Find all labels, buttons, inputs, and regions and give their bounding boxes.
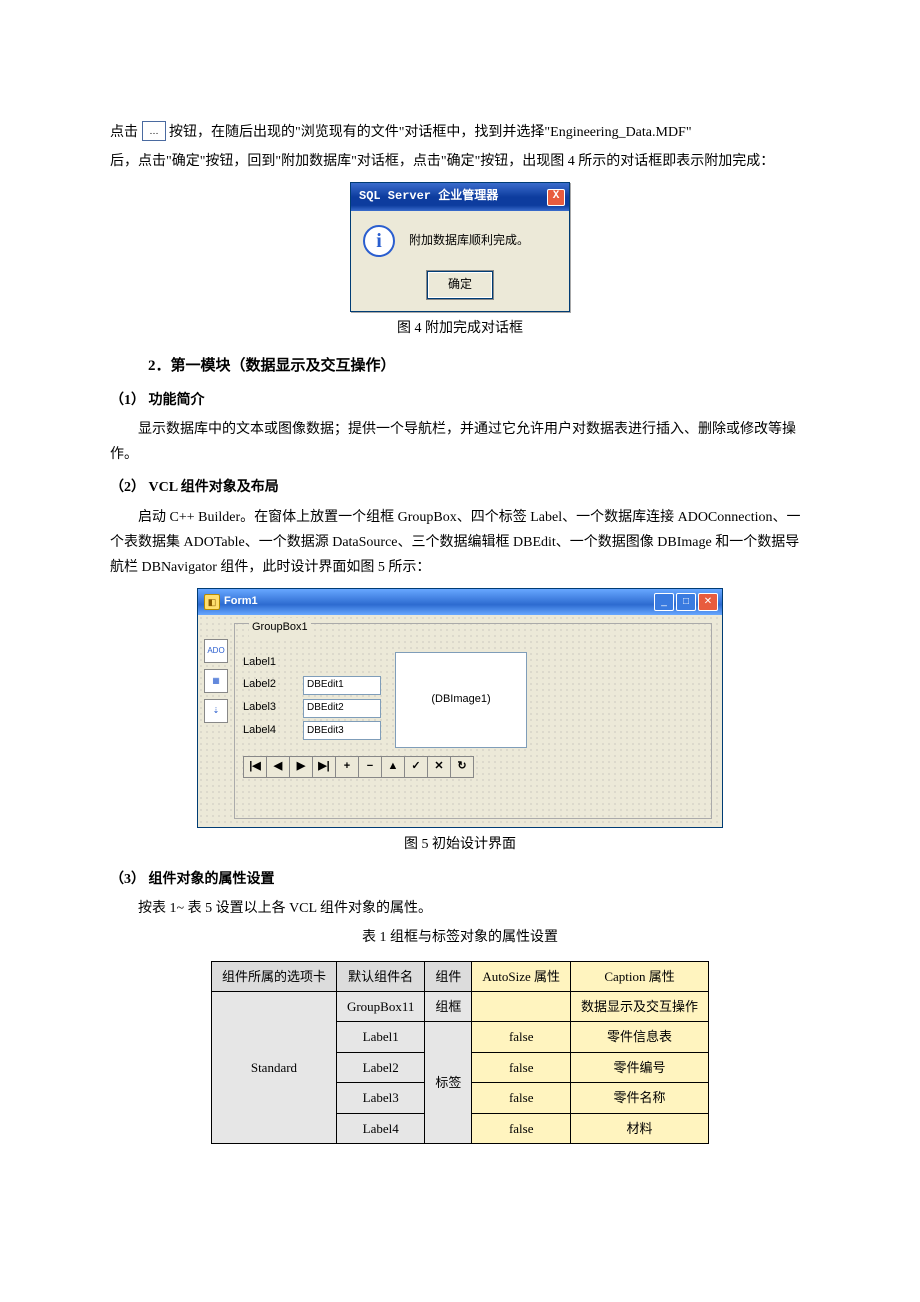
label1[interactable]: Label1 [243, 653, 293, 673]
cell-name-3: Label3 [336, 1083, 424, 1113]
table-1: 组件所属的选项卡 默认组件名 组件 AutoSize 属性 Caption 属性… [211, 961, 709, 1144]
figure-4-caption: 图 4 附加完成对话框 [110, 316, 810, 341]
dialog-titlebar: SQL Server 企业管理器 X [351, 183, 569, 211]
sub2-title: （2） VCL 组件对象及布局 [110, 475, 810, 500]
nav-insert-icon[interactable]: + [336, 756, 359, 778]
cell-auto-4: false [472, 1113, 571, 1143]
dbedit1[interactable]: DBEdit1 [303, 676, 381, 695]
section-2-title: 2．第一模块（数据显示及交互操作） [148, 353, 810, 380]
ok-button[interactable]: 确定 [427, 271, 493, 299]
th-name: 默认组件名 [336, 961, 424, 991]
nav-prior-icon[interactable]: ◀ [267, 756, 290, 778]
dbimage1[interactable]: (DBImage1) [395, 652, 527, 748]
cell-cap-3: 零件名称 [571, 1083, 709, 1113]
sub3-title: （3） 组件对象的属性设置 [110, 867, 810, 892]
label4[interactable]: Label4 [243, 721, 293, 741]
label2[interactable]: Label2 [243, 675, 293, 695]
cell-name-1: Label1 [336, 1022, 424, 1052]
attach-complete-dialog: SQL Server 企业管理器 X i 附加数据库顺利完成。 确定 [350, 182, 570, 311]
cell-auto-0 [472, 992, 571, 1022]
th-caption: Caption 属性 [571, 961, 709, 991]
nav-cancel-icon[interactable]: ✕ [428, 756, 451, 778]
cell-cap-2: 零件编号 [571, 1052, 709, 1082]
form1-window: ◧ Form1 _ □ ✕ ADO ▦ ⇣ GroupBox1 Label [197, 588, 723, 828]
cell-comp-1: 标签 [425, 1022, 472, 1144]
sub3-body: 按表 1~ 表 5 设置以上各 VCL 组件对象的属性。 [110, 896, 810, 921]
cell-name-0: GroupBox11 [336, 992, 424, 1022]
form-icon: ◧ [204, 594, 220, 610]
intro-paragraph-2: 后，点击"确定"按钮，回到"附加数据库"对话框，点击"确定"按钮，出现图 4 所… [110, 149, 810, 174]
label3[interactable]: Label3 [243, 698, 293, 718]
cell-cap-1: 零件信息表 [571, 1022, 709, 1052]
ado-table-icon[interactable]: ▦ [204, 669, 228, 693]
datasource-icon[interactable]: ⇣ [204, 699, 228, 723]
th-tab: 组件所属的选项卡 [211, 961, 336, 991]
groupbox1[interactable]: GroupBox1 Label1 Label2 DBEdit1 Label3 D… [234, 623, 712, 819]
groupbox-caption: GroupBox1 [249, 618, 311, 638]
cell-auto-1: false [472, 1022, 571, 1052]
nav-post-icon[interactable]: ✓ [405, 756, 428, 778]
cell-cap-0: 数据显示及交互操作 [571, 992, 709, 1022]
nav-last-icon[interactable]: ▶| [313, 756, 336, 778]
nav-next-icon[interactable]: ▶ [290, 756, 313, 778]
table-1-caption: 表 1 组框与标签对象的属性设置 [110, 925, 810, 950]
dialog-message: 附加数据库顺利完成。 [409, 230, 529, 252]
cell-cap-4: 材料 [571, 1113, 709, 1143]
th-autosize: AutoSize 属性 [472, 961, 571, 991]
nav-delete-icon[interactable]: − [359, 756, 382, 778]
component-palette: ADO ▦ ⇣ [204, 621, 230, 821]
cell-auto-3: false [472, 1083, 571, 1113]
close-icon[interactable]: X [547, 189, 565, 206]
dbedit2[interactable]: DBEdit2 [303, 699, 381, 718]
dbnavigator[interactable]: |◀ ◀ ▶ ▶| + − ▲ ✓ ✕ ↻ [243, 756, 703, 778]
cell-name-4: Label4 [336, 1113, 424, 1143]
cell-auto-2: false [472, 1052, 571, 1082]
cell-tab: Standard [211, 992, 336, 1144]
minimize-icon[interactable]: _ [654, 593, 674, 611]
nav-edit-icon[interactable]: ▲ [382, 756, 405, 778]
dialog-title-text: SQL Server 企业管理器 [359, 186, 498, 208]
browse-icon: … [142, 121, 166, 141]
th-comp: 组件 [425, 961, 472, 991]
form1-title-text: Form1 [224, 592, 258, 612]
maximize-icon[interactable]: □ [676, 593, 696, 611]
ado-connection-icon[interactable]: ADO [204, 639, 228, 663]
intro-text-1a: 点击 [110, 125, 138, 140]
sub2-body: 启动 C++ Builder。在窗体上放置一个组框 GroupBox、四个标签 … [110, 505, 810, 581]
close-icon[interactable]: ✕ [698, 593, 718, 611]
figure-5-caption: 图 5 初始设计界面 [110, 832, 810, 857]
intro-paragraph: 点击 … 按钮，在随后出现的"浏览现有的文件"对话框中，找到并选择"Engine… [110, 120, 810, 145]
nav-first-icon[interactable]: |◀ [243, 756, 267, 778]
cell-name-2: Label2 [336, 1052, 424, 1082]
sub1-body: 显示数据库中的文本或图像数据；提供一个导航栏，并通过它允许用户对数据表进行插入、… [110, 417, 810, 467]
form1-titlebar: ◧ Form1 _ □ ✕ [198, 589, 722, 615]
cell-comp-0: 组框 [425, 992, 472, 1022]
sub1-title: （1） 功能简介 [110, 388, 810, 413]
intro-text-1b: 按钮，在随后出现的"浏览现有的文件"对话框中，找到并选择"Engineering… [169, 125, 692, 140]
nav-refresh-icon[interactable]: ↻ [451, 756, 474, 778]
dbedit3[interactable]: DBEdit3 [303, 721, 381, 740]
info-icon: i [363, 225, 395, 257]
